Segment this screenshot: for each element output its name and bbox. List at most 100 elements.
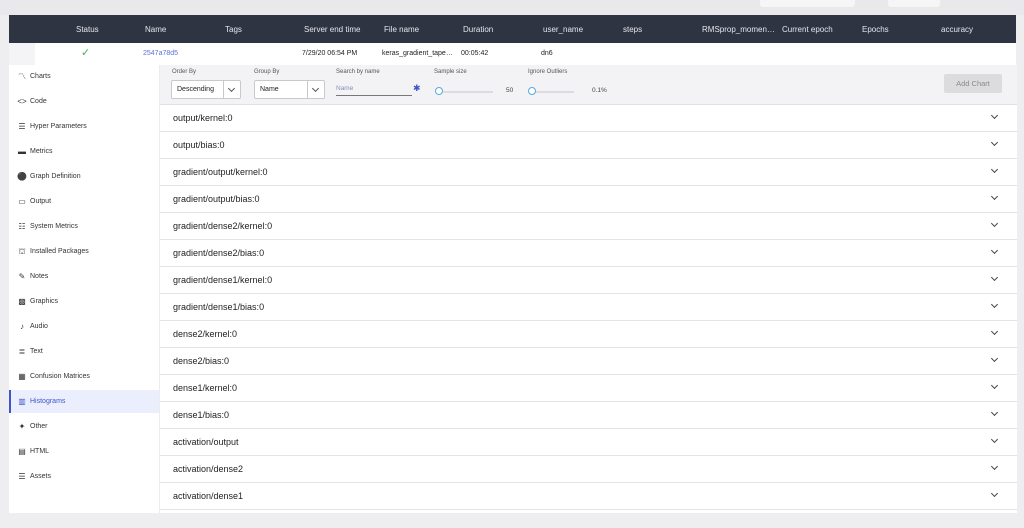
pencil-icon: ✎: [18, 272, 26, 281]
chart-line-icon: 〽: [18, 72, 26, 81]
histogram-title: dense2/bias:0: [173, 356, 230, 366]
histogram-row[interactable]: dense2/kernel:0: [160, 321, 1017, 348]
column-header-steps[interactable]: steps: [623, 25, 642, 34]
column-header-server-end-time[interactable]: Server end time: [304, 25, 360, 34]
chevron-down-icon[interactable]: [990, 408, 999, 417]
sidebar-item-output[interactable]: ▭ Output: [9, 190, 159, 213]
sidebar-item-other[interactable]: ✦ Other: [9, 415, 159, 438]
sidebar-item-label: Assets: [30, 473, 52, 480]
histogram-title: output/kernel:0: [173, 113, 233, 123]
chevron-down-icon[interactable]: [990, 246, 999, 255]
sidebar-item-metrics[interactable]: ▬ Metrics: [9, 140, 159, 163]
group-by-value: Name: [260, 86, 279, 93]
sample-size-label: Sample size: [434, 69, 467, 75]
histogram-row[interactable]: gradient/dense2/bias:0: [160, 240, 1017, 267]
sidebar-item-audio[interactable]: ♪ Audio: [9, 315, 159, 338]
column-header-rmsprop-momentum[interactable]: RMSprop_momen…: [702, 25, 775, 34]
histogram-row[interactable]: dense2/bias:0: [160, 348, 1017, 375]
histogram-row[interactable]: output/bias:0: [160, 132, 1017, 159]
histogram-row[interactable]: activation/output: [160, 429, 1017, 456]
histogram-title: gradient/dense1/bias:0: [173, 302, 265, 312]
sidebar-item-installed-packages[interactable]: ⛫ Installed Packages: [9, 240, 159, 263]
package-icon: ⛫: [18, 246, 26, 256]
column-header-duration[interactable]: Duration: [463, 25, 493, 34]
histogram-row[interactable]: output/kernel:0: [160, 105, 1017, 132]
chevron-down-icon[interactable]: [990, 273, 999, 282]
table-row[interactable]: ✓ 2547a78d5 7/29/20 06:54 PM keras_gradi…: [9, 43, 1016, 66]
sidebar-item-charts[interactable]: 〽 Charts: [9, 65, 159, 88]
histogram-row[interactable]: activation/dense2: [160, 456, 1017, 483]
column-header-file-name[interactable]: File name: [384, 25, 419, 34]
image-icon: ▬: [18, 147, 26, 156]
histogram-row[interactable]: gradient/dense1/bias:0: [160, 294, 1017, 321]
histogram-row[interactable]: gradient/output/kernel:0: [160, 159, 1017, 186]
chevron-down-icon[interactable]: [990, 111, 999, 120]
run-user-name: dn6: [541, 50, 553, 57]
sidebar-item-graphics[interactable]: ▩ Graphics: [9, 290, 159, 313]
chevron-down-icon[interactable]: [990, 489, 999, 498]
histogram-row[interactable]: dense1/bias:0: [160, 402, 1017, 429]
sidebar-item-label: Output: [30, 198, 52, 205]
ignore-outliers-slider[interactable]: [532, 91, 574, 93]
column-header-tags[interactable]: Tags: [225, 25, 242, 34]
list-icon: ☰: [18, 122, 26, 131]
chevron-down-icon[interactable]: [990, 354, 999, 363]
gear-icon[interactable]: ✱: [413, 84, 421, 93]
column-header-current-epoch[interactable]: Current epoch: [782, 25, 833, 34]
column-header-status[interactable]: Status: [76, 25, 99, 34]
top-tab[interactable]: [760, 0, 855, 7]
table-header: Status Name Tags Server end time File na…: [9, 15, 1016, 43]
group-by-select[interactable]: Name: [254, 80, 325, 99]
picture-icon: ▩: [18, 297, 26, 306]
sidebar-item-label: HTML: [30, 448, 50, 455]
histogram-title: gradient/output/bias:0: [173, 194, 260, 204]
sidebar-item-system-metrics[interactable]: ☷ System Metrics: [9, 215, 159, 238]
sidebar-item-code[interactable]: <> Code: [9, 90, 159, 113]
sidebar-item-confusion-matrices[interactable]: ▦ Confusion Matrices: [9, 365, 159, 388]
histogram-title: activation/dense2: [173, 464, 244, 474]
sidebar-item-label: Other: [30, 423, 48, 430]
sample-size-handle[interactable]: [435, 87, 443, 95]
add-chart-button[interactable]: Add Chart: [944, 74, 1002, 93]
chevron-down-icon[interactable]: [990, 138, 999, 147]
sidebar-item-assets[interactable]: ☰ Assets: [9, 465, 159, 488]
sidebar-item-html[interactable]: ▤ HTML: [9, 440, 159, 463]
sidebar-item-notes[interactable]: ✎ Notes: [9, 265, 159, 288]
column-header-name[interactable]: Name: [145, 25, 166, 34]
grid-icon: ▦: [18, 372, 26, 381]
chevron-down-icon[interactable]: [990, 462, 999, 471]
sample-size-slider[interactable]: [439, 91, 493, 93]
sidebar-item-label: Graphics: [30, 298, 59, 305]
row-select-cell[interactable]: [9, 43, 35, 65]
histogram-row[interactable]: dense1/kernel:0: [160, 375, 1017, 402]
sidebar-item-hyper-parameters[interactable]: ☰ Hyper Parameters: [9, 115, 159, 138]
chevron-down-icon[interactable]: [990, 300, 999, 309]
chevron-down-icon[interactable]: [990, 165, 999, 174]
search-input[interactable]: Name: [336, 85, 412, 96]
code-icon: <>: [17, 97, 27, 106]
sidebar-item-label: Installed Packages: [30, 248, 89, 255]
order-by-select[interactable]: Descending: [171, 80, 241, 99]
run-name-link[interactable]: 2547a78d5: [143, 50, 178, 57]
histogram-row[interactable]: gradient/dense2/kernel:0: [160, 213, 1017, 240]
chevron-down-icon[interactable]: [990, 219, 999, 228]
column-header-accuracy[interactable]: accuracy: [941, 25, 973, 34]
column-header-user-name[interactable]: user_name: [543, 25, 583, 34]
sidebar-item-histograms[interactable]: ▥ Histograms: [9, 390, 161, 413]
chevron-down-icon[interactable]: [990, 192, 999, 201]
search-placeholder: Name: [336, 85, 354, 92]
sidebar-item-label: Audio: [30, 323, 48, 330]
histogram-row[interactable]: gradient/output/bias:0: [160, 186, 1017, 213]
chevron-down-icon[interactable]: [990, 327, 999, 336]
histogram-row[interactable]: activation/dense1: [160, 483, 1017, 510]
chevron-down-icon[interactable]: [990, 435, 999, 444]
ignore-outliers-handle[interactable]: [528, 87, 536, 95]
histogram-row[interactable]: gradient/dense1/kernel:0: [160, 267, 1017, 294]
top-tab[interactable]: [888, 0, 940, 7]
column-header-epochs[interactable]: Epochs: [862, 25, 889, 34]
sidebar-item-label: Code: [30, 98, 47, 105]
sidebar-item-graph-definition[interactable]: ⚫ Graph Definition: [9, 165, 159, 188]
sidebar-item-label: Hyper Parameters: [30, 123, 87, 130]
chevron-down-icon[interactable]: [990, 381, 999, 390]
sidebar-item-text[interactable]: ≣ Text: [9, 340, 159, 363]
